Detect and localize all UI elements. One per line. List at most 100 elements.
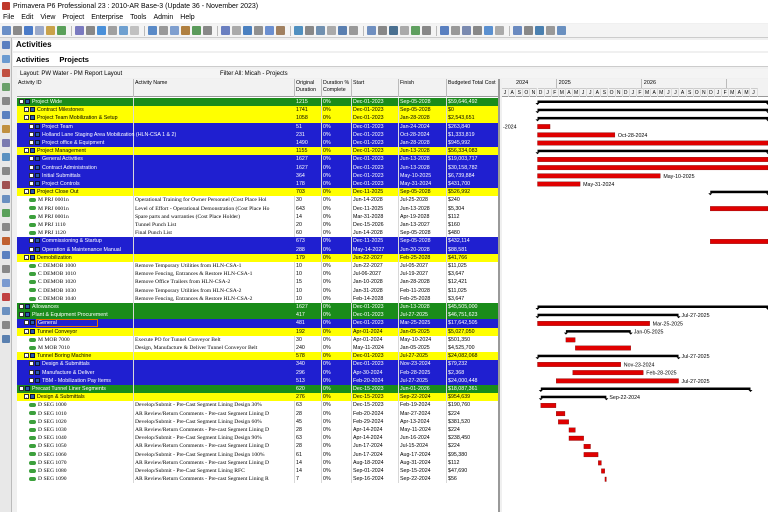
gantt-summary-bar[interactable] [537,108,768,112]
wbs-row[interactable]: - Project Team 51 0% Dec-01-2023 Jan-24-2024 $… [17,122,498,131]
dock-button-icon[interactable] [2,335,10,343]
expand-toggle-icon[interactable]: - [19,386,24,392]
gantt-summary-bar[interactable] [537,165,768,171]
toolbar-button-icon[interactable] [557,26,566,35]
wbs-row[interactable]: - Project office & Equipment 1490 0% Dec-01-… [17,139,498,148]
expand-toggle-icon[interactable]: - [29,140,34,146]
toolbar-button-icon[interactable] [276,26,285,35]
expand-toggle-icon[interactable]: - [24,394,29,400]
dock-button-icon[interactable] [2,167,10,175]
wbs-row[interactable]: - Project Controls 178 0% Dec-01-2023 May-31-… [17,180,498,189]
gantt-summary-bar[interactable] [710,239,768,244]
toolbar-button-icon[interactable] [294,26,303,35]
col-header-activity-name[interactable]: Activity Name [134,79,295,97]
toolbar-button-icon[interactable] [535,26,544,35]
expand-toggle-icon[interactable]: - [29,246,34,252]
col-header-pct[interactable]: Duration % Complete [322,79,352,97]
wbs-row[interactable]: - Initial Submittals 364 0% Dec-01-2023 May-1… [17,171,498,180]
wbs-row[interactable]: - Tunnel Conveyor 192 0% Apr-01-2024 Jan-05-2… [17,327,498,336]
gantt-activity-bar[interactable] [598,460,602,466]
wbs-row[interactable]: - Plant & Equipment Procurement 417 0% Dec-0… [17,311,498,320]
expand-toggle-icon[interactable]: - [29,369,34,375]
toolbar-button-icon[interactable] [148,26,157,35]
activity-row[interactable]: D SEG 1030 AR Review/Return Comments - Pr… [17,426,498,435]
wbs-row[interactable]: - Project Close Out 703 0% Dec-11-2025 Sep-05… [17,188,498,197]
dock-button-icon[interactable] [2,125,10,133]
gantt-summary-bar[interactable] [537,321,650,326]
wbs-row[interactable]: - General Activities 1627 0% Dec-01-2023 Jun-… [17,155,498,164]
wbs-row[interactable]: - Precast Tunnel Liner Segments 620 0% Dec-1… [17,385,498,394]
toolbar-button-icon[interactable] [440,26,449,35]
gantt-summary-bar[interactable] [537,116,768,120]
toolbar-button-icon[interactable] [400,26,409,35]
menu-item-edit[interactable]: Edit [21,14,33,21]
expand-toggle-icon[interactable]: - [29,238,34,244]
menu-item-tools[interactable]: Tools [130,14,146,21]
wbs-row[interactable]: - General 481 0% Dec-01-2023 Mar-25-2025 $17,6… [17,319,498,328]
activity-row[interactable]: D SEG 1070 AR Review/Return Comments - Pr… [17,458,498,467]
toolbar-button-icon[interactable] [159,26,168,35]
wbs-row[interactable]: - Contract Milestones 1741 0% Dec-01-2023 Sep… [17,106,498,115]
activity-row[interactable]: D SEG 1050 AR Review/Return Comments - Pr… [17,442,498,451]
dock-button-icon[interactable] [2,55,10,63]
activity-row[interactable]: M PRJ 0001n Operational Training for Owne… [17,196,498,205]
dock-button-icon[interactable] [2,209,10,217]
wbs-row[interactable]: - TBM - Mobilization Pay Items 513 0% Feb-20… [17,376,498,385]
toolbar-button-icon[interactable] [86,26,95,35]
menu-item-help[interactable]: Help [180,14,194,21]
toolbar-button-icon[interactable] [203,26,212,35]
gantt-summary-bar[interactable] [537,181,581,187]
gantt-summary-bar[interactable] [572,370,644,376]
activity-row[interactable]: M MOB 7010 Design, Manufacture & Deliver … [17,344,498,353]
menu-item-file[interactable]: File [3,14,14,21]
gantt-summary-bar[interactable] [537,100,768,104]
gantt-summary-bar[interactable] [537,173,661,179]
dock-button-icon[interactable] [2,279,10,287]
dock-button-icon[interactable] [2,41,10,49]
gantt-summary-bar[interactable] [537,157,768,162]
gantt-activity-bar[interactable] [575,345,631,351]
activity-row[interactable]: D SEG 1060 Develop/Submit - Pre-Cast Segm… [17,450,498,459]
toolbar-button-icon[interactable] [232,26,241,35]
menu-item-view[interactable]: View [40,14,55,21]
expand-toggle-icon[interactable]: - [24,328,29,334]
wbs-row[interactable]: - Design & Submittals 276 0% Dec-15-2023 Sep-… [17,393,498,402]
expand-toggle-icon[interactable]: - [19,99,24,105]
toolbar-button-icon[interactable] [484,26,493,35]
wbs-row[interactable]: - Tunnel Boring Machine 578 0% Dec-01-2023 Ju… [17,352,498,361]
toolbar-button-icon[interactable] [243,26,252,35]
toolbar-button-icon[interactable] [108,26,117,35]
toolbar-button-icon[interactable] [35,26,44,35]
gantt-summary-bar[interactable] [537,313,679,317]
toolbar-button-icon[interactable] [170,26,179,35]
gantt-activity-bar[interactable] [601,468,605,474]
toolbar-button-icon[interactable] [462,26,471,35]
col-header-cost[interactable]: Budgeted Total Cost [447,79,498,97]
gantt-activity-bar[interactable] [710,206,768,212]
activity-row[interactable]: M MOB 7000 Execute PO for Tunnel Conveyor… [17,335,498,344]
activity-row[interactable]: D SEG 1040 Develop/Submit - Pre-Cast Segm… [17,434,498,443]
activity-row[interactable]: M PRJ 0001n Level of Effort - Operational… [17,204,498,213]
toolbar-button-icon[interactable] [349,26,358,35]
dock-button-icon[interactable] [2,237,10,245]
gantt-summary-bar[interactable] [537,362,621,367]
gantt-activity-bar[interactable] [568,435,584,441]
wbs-row[interactable]: - Project Management 1155 0% Dec-01-2023 Jun-… [17,147,498,156]
tab-activities[interactable]: Activities [16,55,49,64]
expand-toggle-icon[interactable]: - [29,131,34,137]
gantt-summary-bar[interactable] [540,387,751,391]
dock-button-icon[interactable] [2,223,10,231]
gantt-summary-bar[interactable] [537,149,768,153]
toolbar-button-icon[interactable] [338,26,347,35]
activity-row[interactable]: D SEG 1080 Develop/Submit - Pre-Cast Segm… [17,467,498,476]
gantt-summary-bar[interactable] [565,330,631,333]
gantt-summary-bar[interactable] [537,354,679,358]
gantt-summary-bar[interactable] [537,140,768,146]
expand-toggle-icon[interactable]: - [29,123,34,129]
activity-row[interactable]: D SEG 1020 Develop/Submit - Pre-Cast Segm… [17,417,498,426]
gantt-summary-bar[interactable] [537,124,551,130]
gantt-activity-bar[interactable] [565,337,576,343]
toolbar-button-icon[interactable] [422,26,431,35]
toolbar-button-icon[interactable] [57,26,66,35]
wbs-row[interactable]: - Manufacture & Deliver 296 0% Apr-30-2024 Fe… [17,368,498,377]
